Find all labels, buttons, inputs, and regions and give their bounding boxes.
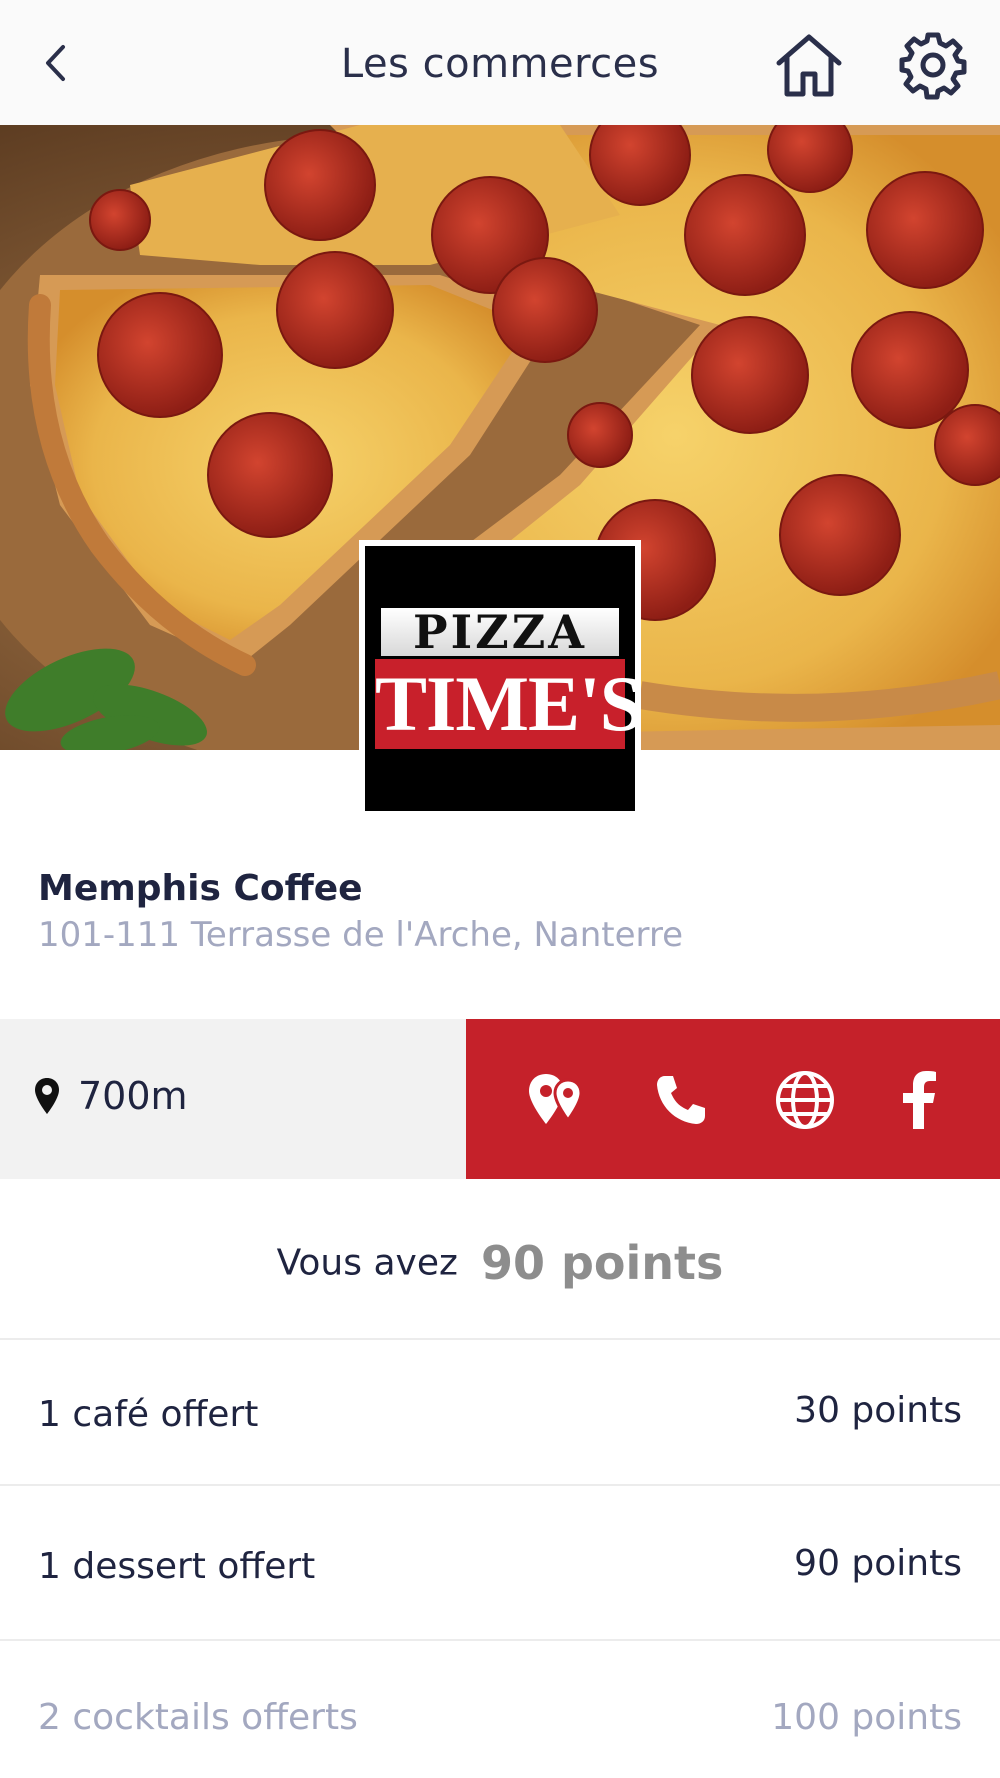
- logo-times-text: TIME'S: [375, 659, 643, 749]
- reward-item[interactable]: 1 dessert offert 90 points: [0, 1486, 1000, 1641]
- home-icon: [776, 34, 842, 97]
- website-button[interactable]: [772, 1067, 838, 1133]
- gear-icon: [899, 32, 967, 100]
- shop-logo: PIZZA TIME'S: [359, 540, 643, 817]
- home-button[interactable]: [773, 30, 845, 100]
- distance-box: 700m: [0, 1019, 466, 1179]
- reward-points: 90 points: [794, 1543, 962, 1584]
- points-prefix: Vous avez: [276, 1242, 458, 1284]
- action-bar: [466, 1019, 1000, 1179]
- call-button[interactable]: [648, 1067, 714, 1133]
- map-pin-icon: [35, 1078, 59, 1114]
- facebook-button[interactable]: [886, 1067, 952, 1133]
- reward-item[interactable]: 1 café offert 30 points: [0, 1340, 1000, 1486]
- distance-value: 700m: [78, 1074, 188, 1118]
- directions-button[interactable]: [524, 1067, 590, 1133]
- waypoint-pins-icon: [529, 1074, 583, 1124]
- back-button[interactable]: [36, 36, 74, 90]
- globe-icon: [776, 1071, 834, 1129]
- logo-pizza-text: PIZZA: [381, 608, 619, 656]
- facebook-icon: [903, 1071, 936, 1129]
- reward-label: 1 dessert offert: [38, 1546, 316, 1587]
- reward-item[interactable]: 2 cocktails offerts 100 points: [0, 1641, 1000, 1778]
- phone-icon: [657, 1076, 705, 1124]
- page-title: Les commerces: [340, 41, 660, 87]
- reward-points: 30 points: [794, 1390, 962, 1431]
- shop-name: Memphis Coffee: [38, 868, 363, 909]
- reward-points: 100 points: [771, 1697, 962, 1738]
- points-value: 90 points: [480, 1236, 724, 1290]
- app-header: Les commerces: [0, 0, 1000, 125]
- reward-label: 1 café offert: [38, 1394, 259, 1435]
- points-summary: Vous avez 90 points: [0, 1180, 1000, 1340]
- reward-label: 2 cocktails offerts: [38, 1697, 358, 1738]
- shop-address: 101-111 Terrasse de l'Arche, Nanterre: [38, 915, 684, 955]
- settings-button[interactable]: [898, 30, 968, 100]
- chevron-left-icon: [46, 45, 65, 81]
